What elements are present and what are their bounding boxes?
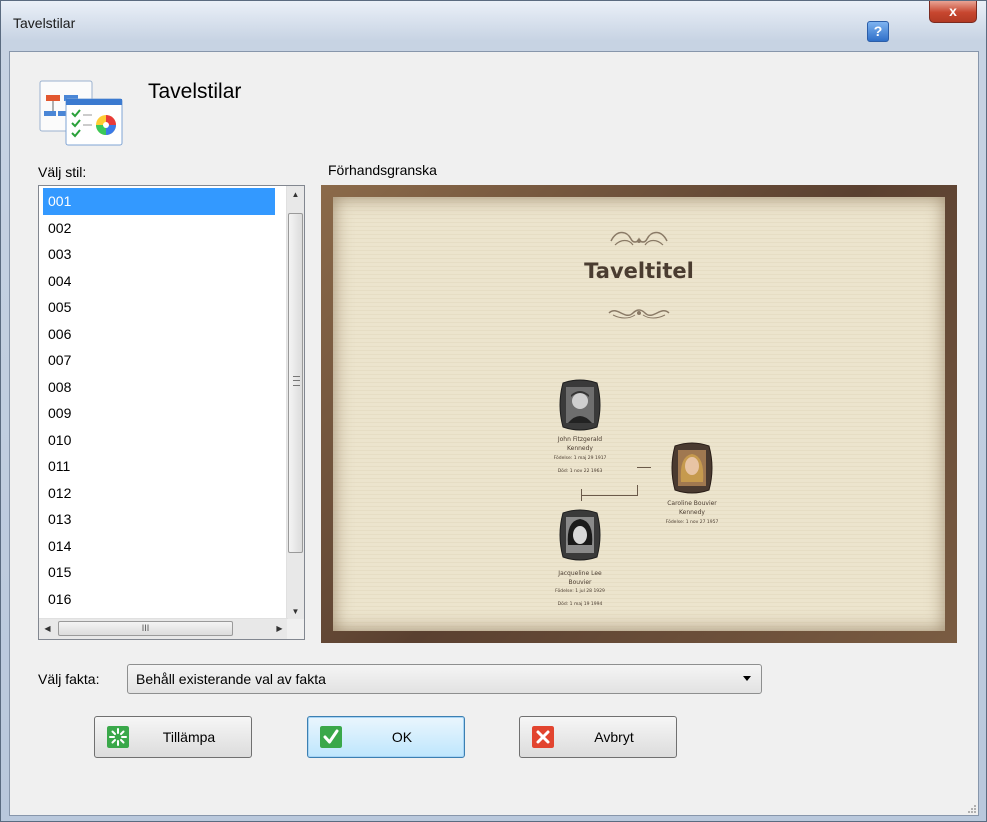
facts-label: Välj fakta: — [38, 671, 100, 687]
bottom-ornament-icon — [608, 309, 670, 319]
apply-icon — [107, 726, 129, 748]
scrollbar-corner — [287, 619, 304, 639]
top-ornament-icon — [610, 231, 668, 246]
style-list-item[interactable]: 012 — [43, 480, 275, 507]
help-button[interactable]: ? — [867, 21, 889, 42]
person-name-line: Caroline Bouvier — [667, 500, 717, 507]
style-list-item[interactable]: 007 — [43, 347, 275, 374]
board-title: Taveltitel — [584, 259, 694, 283]
person-name-line: Kennedy — [567, 445, 593, 452]
board-styles-icon — [38, 77, 124, 147]
facts-dropdown-value: Behåll existerande val av fakta — [136, 671, 326, 687]
spouse-connector-line — [581, 489, 582, 501]
person-photo-john — [557, 379, 603, 431]
dialog-client-area: Tavelstilar Välj stil: 001 002 003 004 005 00… — [9, 51, 979, 816]
style-list-item[interactable]: 004 — [43, 268, 275, 295]
preview-frame: Taveltitel John Fitzgerald Kennedy Födel… — [321, 185, 957, 643]
apply-button[interactable]: Tillämpa — [94, 716, 252, 758]
style-list-item[interactable]: 005 — [43, 294, 275, 321]
person-name-line: Jacqueline Lee — [558, 570, 602, 577]
preview-label: Förhandsgranska — [328, 162, 437, 178]
checkmark-icon — [320, 726, 342, 748]
style-list-item[interactable]: 003 — [43, 241, 275, 268]
scroll-right-icon[interactable]: ▶ — [271, 619, 288, 639]
style-list-item[interactable]: 013 — [43, 506, 275, 533]
preview-board: Taveltitel John Fitzgerald Kennedy Födel… — [333, 197, 945, 631]
family-connector-line — [581, 485, 638, 496]
vertical-scroll-thumb[interactable] — [288, 213, 303, 553]
style-list-item[interactable]: 009 — [43, 400, 275, 427]
person-fact: Födelse: 1 maj 29 1917 — [553, 456, 607, 461]
person-fact: Död: 1 nov 22 1963 — [557, 469, 603, 474]
person-name-line: Bouvier — [568, 579, 592, 586]
style-list-item[interactable]: 011 — [43, 453, 275, 480]
style-list-items: 001 002 003 004 005 006 007 008 009 010 011 012 013 0… — [43, 188, 275, 618]
scroll-left-icon[interactable]: ◀ — [39, 619, 56, 639]
person-name-caroline: Caroline Bouvier Kennedy — [649, 499, 735, 517]
title-bar[interactable]: Tavelstilar ? x — [1, 1, 986, 51]
chevron-down-icon — [743, 676, 751, 681]
person-photo-jacqueline — [557, 509, 603, 561]
family-connector-branch — [637, 467, 651, 486]
style-listbox[interactable]: 001 002 003 004 005 006 007 008 009 010 011 012 013 0… — [38, 185, 305, 640]
style-list-item[interactable]: 008 — [43, 374, 275, 401]
scroll-down-icon[interactable]: ▼ — [287, 603, 304, 620]
person-photo-caroline — [669, 442, 715, 494]
cancel-icon — [532, 726, 554, 748]
horizontal-scroll-thumb[interactable]: III — [58, 621, 233, 636]
style-list-item[interactable]: 016 — [43, 586, 275, 613]
person-name-line: Kennedy — [679, 509, 705, 516]
person-name-line: John Fitzgerald — [557, 436, 603, 443]
person-fact: Födelse: 1 jul 28 1929 — [555, 589, 605, 594]
style-list-item[interactable]: 001 — [43, 188, 275, 215]
scroll-up-icon[interactable]: ▲ — [287, 186, 304, 203]
cancel-button-label: Avbryt — [594, 729, 634, 745]
style-list-item[interactable]: 014 — [43, 533, 275, 560]
window-title: Tavelstilar — [13, 15, 76, 31]
person-fact: Födelse: 1 nov 27 1957 — [665, 520, 719, 525]
vertical-scrollbar[interactable]: ▲ ▼ — [286, 186, 304, 620]
page-title: Tavelstilar — [148, 80, 242, 103]
style-list-label: Välj stil: — [38, 164, 87, 180]
style-list-item[interactable]: 006 — [43, 321, 275, 348]
resize-grip-icon[interactable] — [966, 803, 976, 813]
cancel-button[interactable]: Avbryt — [519, 716, 677, 758]
apply-button-label: Tillämpa — [162, 729, 216, 745]
style-list-item[interactable]: 010 — [43, 427, 275, 454]
dialog-window: Tavelstilar ? x Tavelstilar Välj stil: 0… — [0, 0, 987, 822]
horizontal-scrollbar[interactable]: ◀ III ▶ — [39, 618, 288, 639]
person-fact: Död: 1 maj 19 1994 — [557, 602, 603, 607]
ok-button-label: OK — [391, 729, 413, 745]
style-list-item[interactable]: 015 — [43, 559, 275, 586]
person-name-jacqueline: Jacqueline Lee Bouvier — [538, 569, 622, 587]
person-name-john: John Fitzgerald Kennedy — [538, 435, 622, 453]
style-list-item[interactable]: 002 — [43, 215, 275, 242]
ok-button[interactable]: OK — [307, 716, 465, 758]
facts-dropdown[interactable]: Behåll existerande val av fakta — [127, 664, 762, 694]
close-button[interactable]: x — [929, 1, 977, 23]
